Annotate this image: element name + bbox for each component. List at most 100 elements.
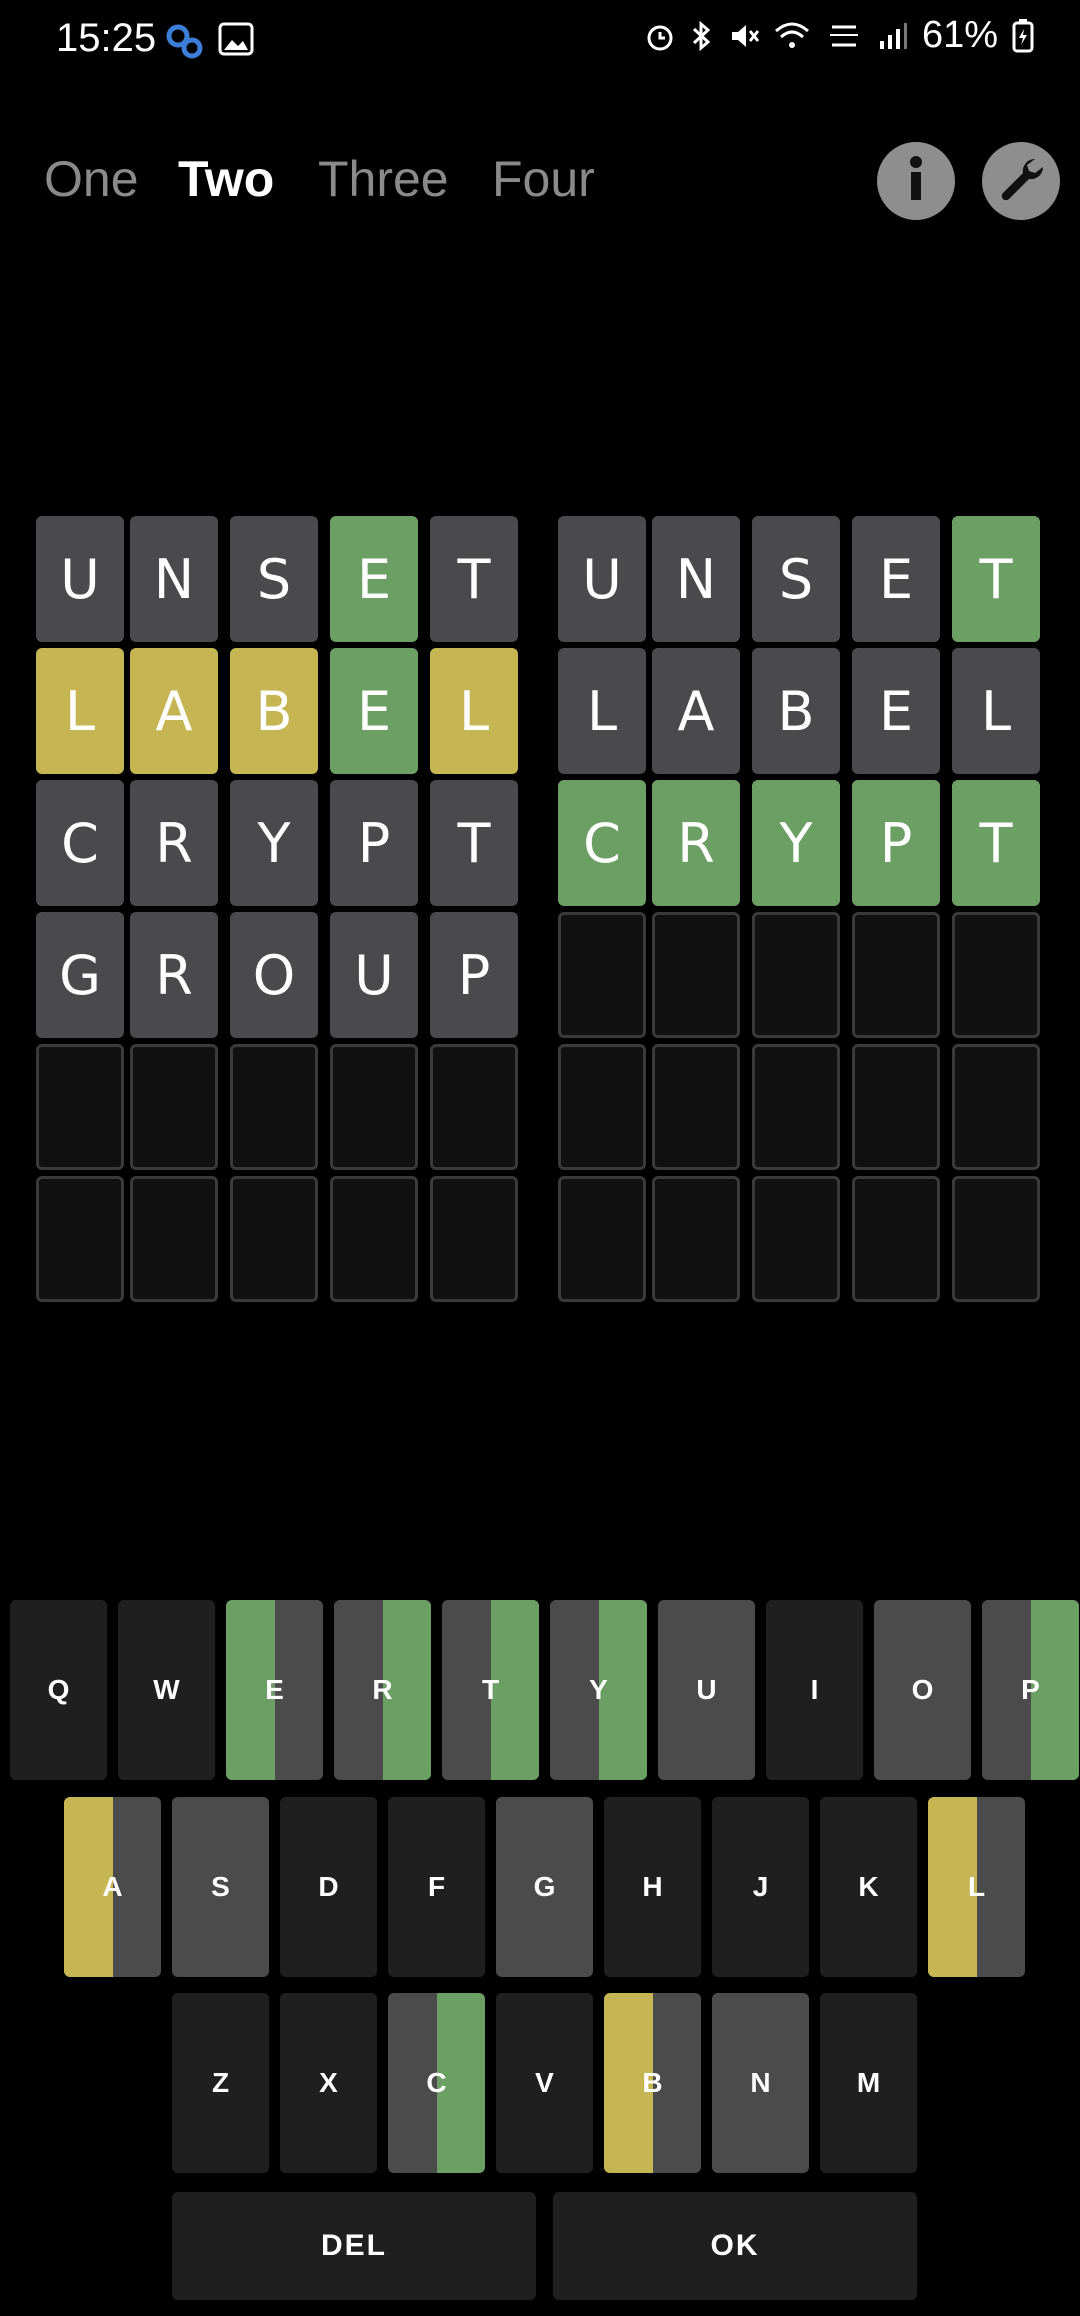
info-button[interactable] (877, 142, 955, 220)
letter-tile (852, 912, 940, 1038)
board-row: CRYPT (36, 780, 520, 908)
key-label: W (153, 1674, 180, 1705)
key-i[interactable]: I (766, 1600, 863, 1780)
letter-tile: T (430, 516, 518, 642)
letter-tile: A (652, 648, 740, 774)
key-f[interactable]: F (388, 1797, 485, 1977)
status-time: 15:25 (56, 16, 157, 60)
key-p[interactable]: P (982, 1600, 1079, 1780)
key-o[interactable]: O (874, 1600, 971, 1780)
key-label: N (750, 2067, 771, 2098)
key-r[interactable]: R (334, 1600, 431, 1780)
key-m[interactable]: M (820, 1993, 917, 2173)
bluetooth-icon (690, 20, 714, 52)
tab-four[interactable]: Four (492, 150, 595, 208)
key-label: G (533, 1871, 556, 1902)
board-row: GROUP (36, 912, 520, 1040)
tab-one[interactable]: One (44, 150, 139, 208)
letter-tile (430, 1044, 518, 1170)
key-l[interactable]: L (928, 1797, 1025, 1977)
board-row (558, 1044, 1042, 1172)
settings-button[interactable] (982, 142, 1060, 220)
tab-two[interactable]: Two (178, 150, 274, 208)
key-label: Z (211, 2067, 230, 2098)
letter-tile (330, 1044, 418, 1170)
key-label: F (427, 1871, 446, 1902)
key-label: P (1021, 1674, 1040, 1705)
volte-icon (824, 19, 864, 53)
key-z[interactable]: Z (172, 1993, 269, 2173)
tab-three[interactable]: Three (318, 150, 449, 208)
letter-tile: R (130, 780, 218, 906)
key-b[interactable]: B (604, 1993, 701, 2173)
key-x[interactable]: X (280, 1993, 377, 2173)
key-v[interactable]: V (496, 1993, 593, 2173)
letter-tile: S (752, 516, 840, 642)
key-label: E (265, 1674, 284, 1705)
key-q[interactable]: Q (10, 1600, 107, 1780)
delete-key[interactable]: DEL (172, 2192, 536, 2300)
key-c[interactable]: C (388, 1993, 485, 2173)
letter-tile: R (130, 912, 218, 1038)
letter-tile: B (752, 648, 840, 774)
board-row (36, 1176, 520, 1304)
letter-tile (752, 1176, 840, 1302)
key-label: Y (589, 1674, 608, 1705)
letter-tile (558, 912, 646, 1038)
signal-icon (878, 21, 908, 51)
board-row (36, 1044, 520, 1172)
board-row: UNSET (36, 516, 520, 644)
letter-tile (752, 912, 840, 1038)
key-w[interactable]: W (118, 1600, 215, 1780)
key-j[interactable]: J (712, 1797, 809, 1977)
letter-tile: O (230, 912, 318, 1038)
letter-tile: U (330, 912, 418, 1038)
key-g[interactable]: G (496, 1797, 593, 1977)
letter-tile (752, 1044, 840, 1170)
letter-tile (230, 1044, 318, 1170)
key-t[interactable]: T (442, 1600, 539, 1780)
key-label: H (642, 1871, 663, 1902)
key-d[interactable]: D (280, 1797, 377, 1977)
letter-tile: U (36, 516, 124, 642)
key-k[interactable]: K (820, 1797, 917, 1977)
key-label: Q (47, 1674, 70, 1705)
letter-tile: L (430, 648, 518, 774)
key-label: J (752, 1871, 769, 1902)
letter-tile: E (852, 516, 940, 642)
key-label: L (967, 1871, 986, 1902)
key-h[interactable]: H (604, 1797, 701, 1977)
letter-tile: E (852, 648, 940, 774)
key-a[interactable]: A (64, 1797, 161, 1977)
key-label: C (426, 2067, 447, 2098)
letter-tile: E (330, 516, 418, 642)
key-label: B (642, 2067, 663, 2098)
key-y[interactable]: Y (550, 1600, 647, 1780)
letter-tile: S (230, 516, 318, 642)
key-label: T (481, 1674, 500, 1705)
letter-tile: L (952, 648, 1040, 774)
key-label: V (535, 2067, 554, 2098)
letter-tile: P (430, 912, 518, 1038)
key-label: K (858, 1871, 879, 1902)
letter-tile: R (652, 780, 740, 906)
settings-gears-icon (164, 22, 204, 60)
letter-tile: T (430, 780, 518, 906)
letter-tile (430, 1176, 518, 1302)
letter-tile (558, 1176, 646, 1302)
letter-tile (330, 1176, 418, 1302)
key-e[interactable]: E (226, 1600, 323, 1780)
key-u[interactable]: U (658, 1600, 755, 1780)
letter-tile: U (558, 516, 646, 642)
letter-tile (130, 1044, 218, 1170)
letter-tile (558, 1044, 646, 1170)
key-s[interactable]: S (172, 1797, 269, 1977)
ok-key[interactable]: OK (553, 2192, 917, 2300)
letter-tile: G (36, 912, 124, 1038)
key-label: A (102, 1871, 123, 1902)
letter-tile: L (558, 648, 646, 774)
key-n[interactable]: N (712, 1993, 809, 2173)
letter-tile (36, 1044, 124, 1170)
letter-tile (652, 1044, 740, 1170)
letter-tile (852, 1044, 940, 1170)
